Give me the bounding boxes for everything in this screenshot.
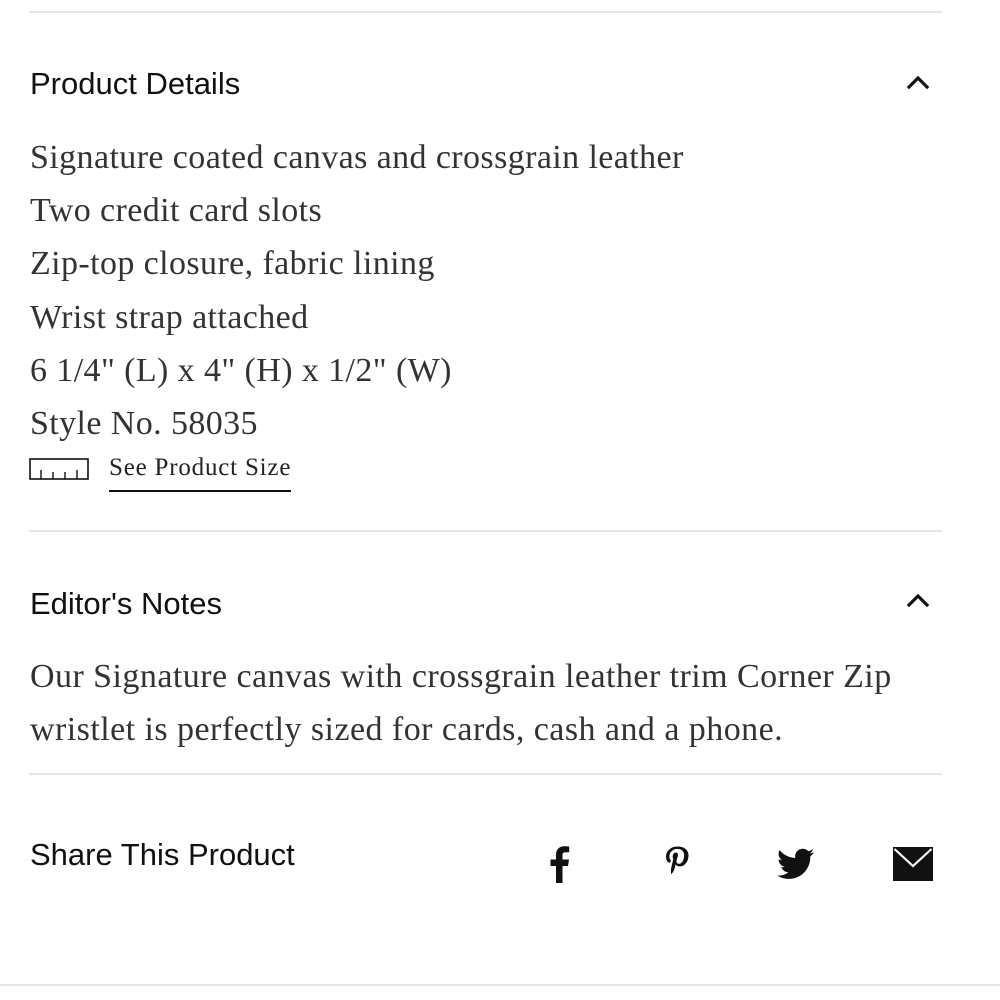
see-product-size-link[interactable]: See Product Size — [29, 452, 292, 496]
facebook-icon[interactable] — [548, 845, 570, 883]
editors-notes-text: Our Signature canvas with crossgrain lea… — [30, 658, 892, 748]
ruler-icon — [29, 458, 89, 480]
detail-item-material: Signature coated canvas and crossgrain l… — [30, 139, 684, 176]
top-divider — [29, 11, 942, 13]
detail-item-style-number: Style No. 58035 — [30, 405, 258, 443]
twitter-icon[interactable] — [777, 848, 815, 880]
product-details-list: Signature coated canvas and crossgrain l… — [30, 131, 684, 450]
product-details-heading[interactable]: Product Details — [30, 66, 240, 102]
email-icon[interactable] — [893, 846, 933, 882]
chevron-up-icon[interactable] — [906, 74, 930, 90]
editors-notes-heading[interactable]: Editor's Notes — [30, 586, 222, 622]
section-divider — [29, 530, 942, 532]
bottom-divider — [0, 984, 1000, 986]
detail-item-card-slots: Two credit card slots — [30, 192, 323, 230]
detail-item-strap: Wrist strap attached — [30, 298, 309, 336]
detail-item-closure: Zip-top closure, fabric lining — [30, 245, 435, 283]
share-heading: Share This Product — [30, 837, 295, 872]
section-divider — [29, 773, 942, 775]
see-product-size-label[interactable]: See Product Size — [109, 452, 292, 492]
pinterest-icon[interactable] — [663, 845, 691, 883]
chevron-up-icon[interactable] — [906, 592, 930, 608]
detail-item-dimensions: 6 1/4" (L) x 4" (H) x 1/2" (W) — [30, 351, 452, 389]
